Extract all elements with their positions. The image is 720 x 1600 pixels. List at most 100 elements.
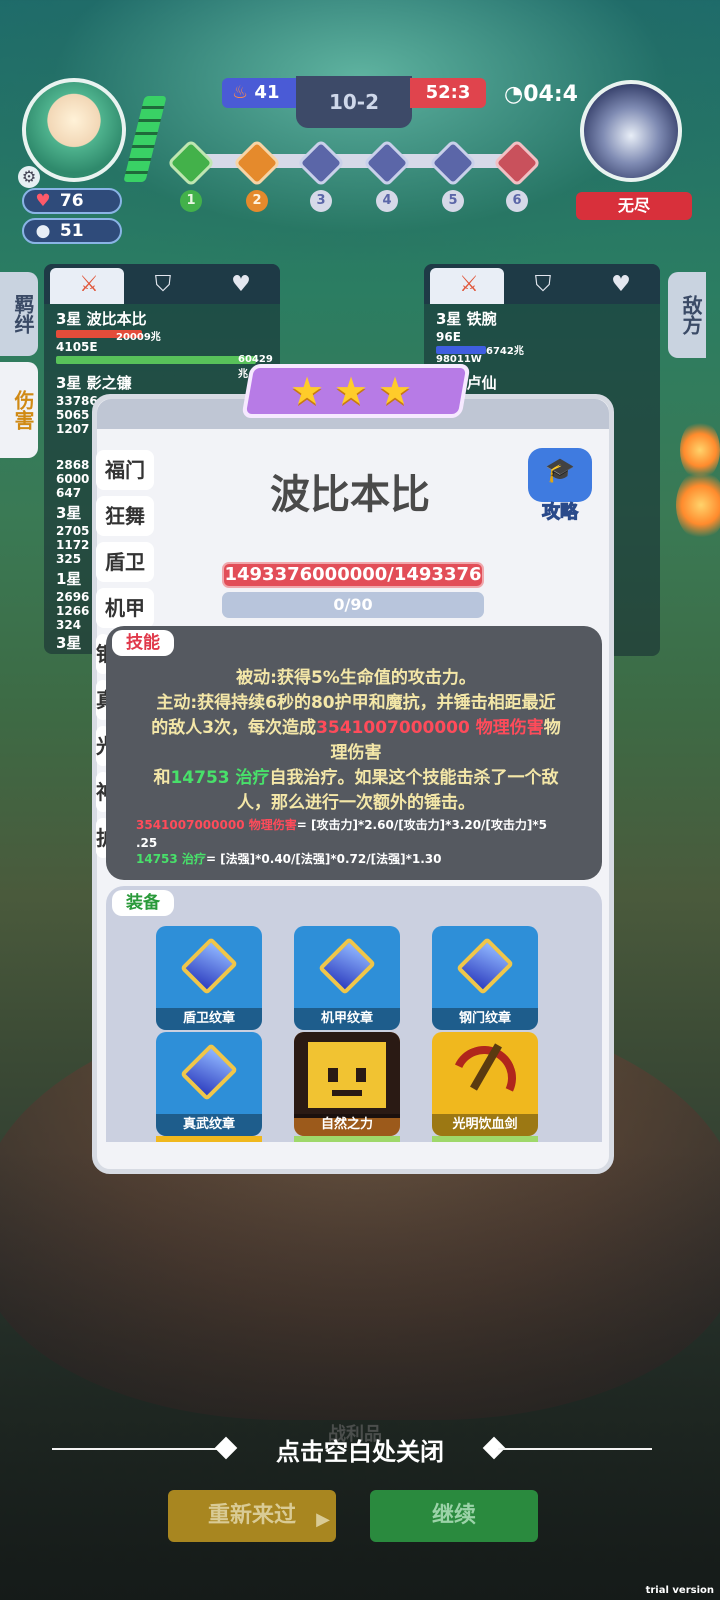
stage-number: 6 — [506, 190, 528, 212]
equipment-name: 盾卫纹章 — [156, 1008, 262, 1030]
unit-damage: 4105E — [56, 340, 98, 354]
tab-damage[interactable]: 伤害 — [0, 362, 38, 458]
shield-icon[interactable]: ⛉ — [150, 272, 176, 298]
trait-item[interactable]: 盾卫 — [96, 542, 154, 582]
video-icon: ▶ — [316, 1509, 330, 1530]
equipment-name: 光明饮血剑 — [432, 1114, 538, 1136]
sword-icon: ⚔ — [79, 272, 99, 297]
star-icon: ★ — [378, 369, 413, 413]
team-panel-header: ⚔ ⛉ ♥ — [44, 264, 280, 304]
round-indicator: 10-2 — [296, 76, 412, 128]
equipment-item-partial — [294, 1136, 400, 1142]
graduation-cap-icon: 🎓 — [545, 456, 575, 484]
unit-name: 3星 铁腕 — [436, 310, 497, 328]
heal-formula: 14753 治疗= [法强]*0.40/[法强]*0.72/[法强]*1.30 — [136, 850, 586, 868]
skill-line: 人，那么进行一次额外的锤击。 — [237, 793, 475, 813]
unit-damage: 96E — [436, 330, 461, 344]
player-coins-value: 51 — [59, 221, 84, 241]
unit-damage: 2696 — [56, 590, 90, 604]
round-timer: ◔04:4 — [504, 80, 578, 110]
stage-number: 5 — [442, 190, 464, 212]
star-icon: ★ — [290, 369, 325, 413]
clock-icon: ◔ — [504, 82, 524, 107]
unit-damage: 1172 — [56, 538, 90, 552]
trial-version-label: trial version — [645, 1585, 714, 1596]
score-blue: ♨ 41 — [222, 78, 298, 108]
score-red: 52:3 — [410, 78, 486, 108]
skill-tag: 技能 — [112, 630, 174, 656]
formula-heal-expr: = [法强]*0.40/[法强]*0.72/[法强]*1.30 — [205, 852, 442, 866]
unit-name: 3星 波比本比 — [56, 310, 147, 328]
equipment-item[interactable]: 真武纹章 — [156, 1032, 262, 1136]
enemy-avatar[interactable] — [580, 80, 682, 182]
trait-item[interactable]: 狂舞 — [96, 496, 154, 536]
equipment-item[interactable]: 光明饮血剑 — [432, 1032, 538, 1136]
skill-line: 和14753 治疗自我治疗。如果这个技能击杀了一个敌 — [126, 766, 586, 791]
hp-bar: 1493376000000/1493376 — [222, 562, 484, 588]
unit-damage: 1266 — [56, 604, 90, 618]
physical-damage-value: 3541007000000 物理伤害 — [316, 718, 544, 738]
damage-bar-label: 20009兆 — [116, 332, 161, 343]
equipment-item[interactable]: 自然之力 — [294, 1032, 400, 1136]
formula-damage-expr: = [攻击力]*2.60/[攻击力]*3.20/[攻击力]*5 — [296, 818, 548, 832]
tab-enemy[interactable]: 敌方 — [668, 272, 706, 358]
skill-text-part: 和 — [153, 768, 171, 788]
skill-line: 被动:获得5%生命值的攻击力。 — [236, 668, 476, 688]
continue-button[interactable]: 继续 — [370, 1490, 538, 1542]
player-hp-value: 76 — [59, 191, 84, 211]
equipment-name: 自然之力 — [294, 1114, 400, 1136]
emblem-icon — [156, 1032, 262, 1118]
heart-icon: ♥ — [35, 191, 51, 211]
tab-bond[interactable]: 羁绊 — [0, 272, 38, 356]
emblem-icon — [294, 926, 400, 1012]
unit-damage: 5065 — [56, 408, 90, 422]
unit-name: 1星 — [56, 570, 82, 588]
settings-gear-icon[interactable]: ⚙ — [18, 166, 40, 188]
unit-name: 3星 — [56, 634, 82, 652]
skill-line: 理伤害 — [330, 743, 382, 763]
sword-icon — [432, 1032, 538, 1120]
unit-damage: 325 — [56, 552, 82, 566]
heal-value: 14753 治疗 — [170, 768, 270, 788]
heart-icon[interactable]: ♥ — [608, 272, 634, 298]
coin-stack-icon: ● — [35, 221, 51, 241]
score-blue-value: 41 — [254, 82, 280, 103]
shield-icon[interactable]: ⛉ — [530, 272, 556, 298]
star-icon: ★ — [334, 369, 369, 413]
trait-item[interactable]: 机甲 — [96, 588, 154, 628]
equipment-item[interactable]: 机甲纹章 — [294, 926, 400, 1030]
trait-item[interactable]: 福门 — [96, 450, 154, 490]
equipment-name: 真武纹章 — [156, 1114, 262, 1136]
skill-line: 主动:获得持续6秒的80护甲和魔抗，并锤击相距最近 — [156, 693, 556, 713]
sword-icon: ⚔ — [459, 272, 479, 297]
equipment-item[interactable]: 盾卫纹章 — [156, 926, 262, 1030]
equipment-item[interactable]: 钢门纹章 — [432, 926, 538, 1030]
flame-icon: ♨ — [232, 82, 249, 103]
damage-bar-label: 6742兆 — [486, 346, 524, 357]
stage-number: 3 — [310, 190, 332, 212]
player-hp-pill: ♥ 76 — [22, 188, 122, 214]
heart-icon[interactable]: ♥ — [228, 272, 254, 298]
fire-effect — [676, 470, 720, 540]
skill-text-part: 的敌人3次，每次造成 — [151, 718, 317, 738]
skill-text-part: 物 — [543, 718, 561, 738]
retry-button[interactable]: 重新来过 ▶ — [168, 1490, 336, 1542]
emblem-icon — [432, 926, 538, 1012]
team-panel-header: ⚔ ⛉ ♥ — [424, 264, 660, 304]
stage-number: 4 — [376, 190, 398, 212]
mana-bar: 0/90 — [222, 592, 484, 618]
unit-damage: 324 — [56, 618, 82, 632]
skill-line: 的敌人3次，每次造成3541007000000 物理伤害物 — [126, 716, 586, 741]
player-avatar[interactable] — [22, 78, 126, 182]
equipment-item-partial — [156, 1136, 262, 1142]
stage-number: 2 — [246, 190, 268, 212]
unit-damage: 2868 — [56, 458, 90, 472]
unit-damage: 647 — [56, 486, 82, 500]
strategy-label: 攻略 — [542, 502, 579, 524]
strategy-button[interactable]: 🎓 攻略 — [526, 448, 596, 524]
skill-text-part: 自我治疗。如果这个技能击杀了一个敌 — [269, 768, 559, 788]
equipment-section: 装备 盾卫纹章 机甲纹章 钢门纹章 真武纹章 自然之力 光明饮血剑 — [106, 886, 602, 1142]
stage-number: 1 — [180, 190, 202, 212]
equipment-tag: 装备 — [112, 890, 174, 916]
unit-damage: 33786 — [56, 394, 98, 408]
